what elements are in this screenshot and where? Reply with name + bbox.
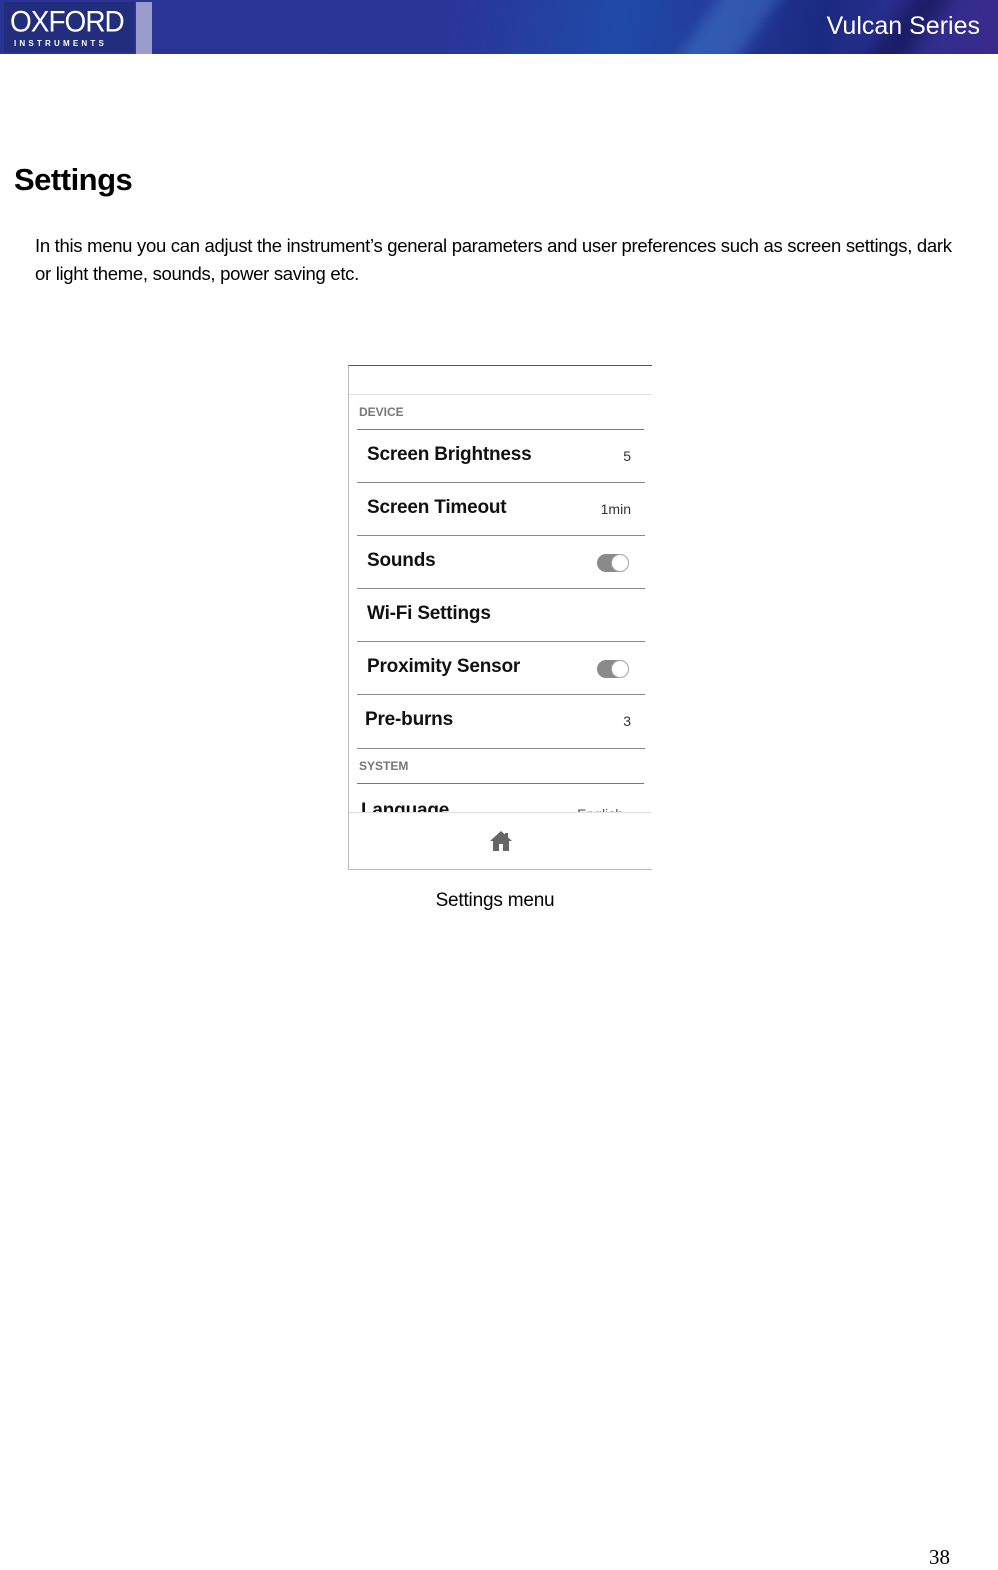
toggle-knob (611, 660, 629, 678)
setting-row-screen-timeout[interactable]: Screen Timeout 1min (357, 483, 645, 536)
setting-row-sounds[interactable]: Sounds (357, 536, 645, 589)
home-icon[interactable] (489, 830, 513, 852)
series-title: Vulcan Series (826, 12, 980, 40)
setting-row-wifi-settings[interactable]: Wi-Fi Settings (357, 589, 645, 642)
logo-sub-text: INSTRUMENTS (14, 39, 107, 48)
device-section-label: DEVICE (359, 405, 404, 419)
proximity-sensor-toggle[interactable] (597, 660, 629, 678)
section-title: Settings (14, 162, 133, 197)
logo-main-text: OXFORD (10, 5, 125, 38)
screen-bottom-bar (349, 812, 652, 869)
setting-label: Screen Brightness (367, 444, 532, 465)
setting-label: Wi-Fi Settings (367, 603, 491, 624)
setting-value: 3 (623, 713, 631, 729)
sounds-toggle[interactable] (597, 554, 629, 572)
setting-row-proximity-sensor[interactable]: Proximity Sensor (357, 642, 645, 695)
intro-paragraph: In this menu you can adjust the instrume… (35, 235, 952, 284)
system-section-label: SYSTEM (359, 759, 409, 773)
setting-row-pre-burns[interactable]: Pre-burns 3 (357, 695, 645, 749)
screen-top-bar (349, 366, 652, 395)
setting-label: Screen Timeout (367, 497, 507, 518)
toggle-knob (611, 554, 629, 572)
setting-value: 1min (600, 501, 631, 517)
caption-text: Settings menu (435, 890, 555, 911)
page-header-banner: OXFORD INSTRUMENTS Vulcan Series (0, 0, 998, 54)
system-section-header: SYSTEM (357, 749, 644, 784)
setting-value: 5 (623, 448, 631, 464)
settings-screenshot: DEVICE Screen Brightness 5 Screen Timeou… (348, 365, 652, 870)
device-section-header: DEVICE (357, 395, 644, 430)
page-number: 38 (929, 1545, 950, 1569)
setting-label: Pre-burns (365, 709, 453, 730)
setting-label: Proximity Sensor (367, 656, 521, 677)
figure-caption: Settings menu (0, 890, 998, 912)
oxford-instruments-logo: OXFORD INSTRUMENTS (4, 2, 134, 52)
setting-row-screen-brightness[interactable]: Screen Brightness 5 (357, 430, 645, 483)
banner-decoration (647, 0, 793, 54)
setting-label: Sounds (367, 550, 436, 571)
logo-accent-bar (136, 2, 152, 54)
